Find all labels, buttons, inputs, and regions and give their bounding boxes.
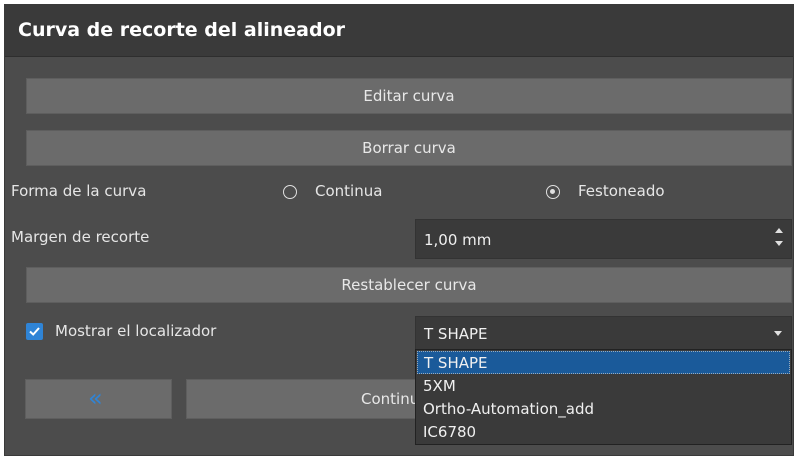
- curve-shape-label: Forma de la curva: [11, 182, 147, 200]
- trim-margin-spinbox[interactable]: 1,00 mm: [415, 219, 792, 259]
- trim-margin-label: Margen de recorte: [11, 228, 150, 246]
- show-locator-checkbox[interactable]: [26, 323, 43, 340]
- locator-option[interactable]: Ortho-Automation_add: [417, 398, 790, 421]
- spin-down-icon[interactable]: [775, 241, 783, 246]
- show-locator-label[interactable]: Mostrar el localizador: [55, 322, 216, 340]
- chevron-down-icon[interactable]: [774, 331, 782, 336]
- panel-title: Curva de recorte del alineador: [18, 19, 346, 41]
- locator-option[interactable]: 5XM: [417, 375, 790, 398]
- back-button[interactable]: «: [25, 379, 172, 419]
- panel-titlebar: Curva de recorte del alineador: [5, 5, 793, 57]
- delete-curve-button[interactable]: Borrar curva: [26, 130, 792, 166]
- locator-select[interactable]: T SHAPE: [415, 316, 792, 350]
- continue-button[interactable]: Continuar: [186, 379, 426, 419]
- radio-festoneado[interactable]: [546, 185, 560, 199]
- trim-curve-panel: Curva de recorte del alineador Editar cu…: [4, 4, 794, 456]
- reset-curve-button[interactable]: Restablecer curva: [26, 267, 792, 303]
- check-icon: [29, 327, 40, 336]
- radio-continua[interactable]: [283, 185, 297, 199]
- radio-continua-label[interactable]: Continua: [315, 182, 382, 200]
- locator-select-value[interactable]: T SHAPE: [424, 325, 488, 343]
- edit-curve-button[interactable]: Editar curva: [26, 78, 792, 114]
- double-chevron-left-icon: «: [88, 384, 103, 412]
- radio-festoneado-label[interactable]: Festoneado: [578, 182, 665, 200]
- spin-arrows[interactable]: [775, 228, 783, 250]
- locator-option[interactable]: IC6780: [417, 421, 790, 444]
- trim-margin-value[interactable]: 1,00 mm: [424, 231, 491, 249]
- locator-dropdown-list[interactable]: T SHAPE 5XM Ortho-Automation_add IC6780: [415, 349, 792, 445]
- locator-option[interactable]: T SHAPE: [417, 351, 790, 374]
- spin-up-icon[interactable]: [775, 228, 783, 233]
